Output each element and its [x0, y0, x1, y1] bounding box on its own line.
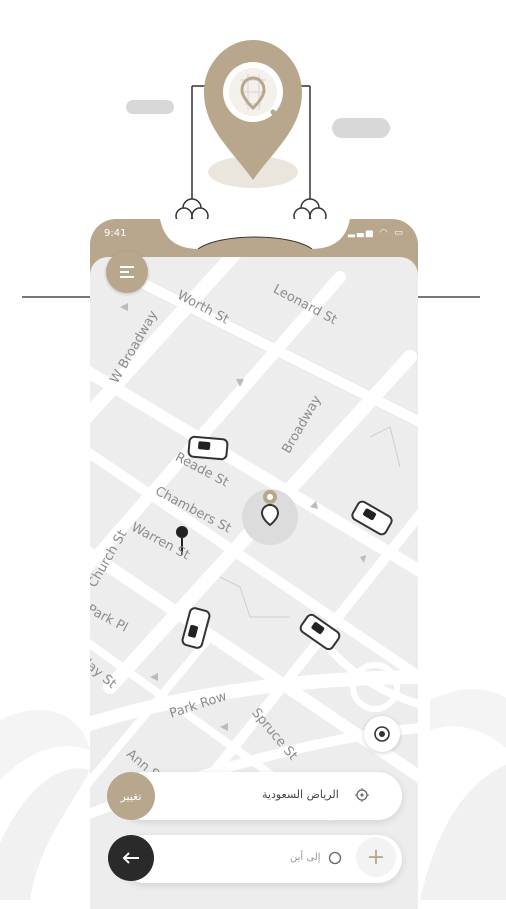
locate-icon [374, 726, 390, 742]
menu-button[interactable] [106, 251, 148, 293]
status-time: 9:41 [104, 228, 127, 239]
destination-input[interactable]: إلى أين [290, 852, 321, 863]
clock-icon [328, 851, 342, 865]
arrow-left-icon [122, 852, 139, 864]
target-icon [355, 788, 369, 802]
divider-right [416, 296, 480, 298]
car-icon [187, 435, 229, 461]
phone-notch [160, 219, 350, 249]
status-icons: ▂▃▅ ◠ ▭ [348, 228, 405, 238]
back-button[interactable] [108, 835, 154, 881]
add-stop-button[interactable]: + [356, 837, 396, 877]
pickup-location: الرياض السعودية [262, 788, 339, 801]
divider-left [22, 296, 92, 298]
menu-icon [120, 266, 134, 278]
change-button[interactable]: تغيير [107, 772, 155, 820]
pin-illustration [169, 40, 337, 249]
locate-button[interactable] [364, 716, 400, 752]
